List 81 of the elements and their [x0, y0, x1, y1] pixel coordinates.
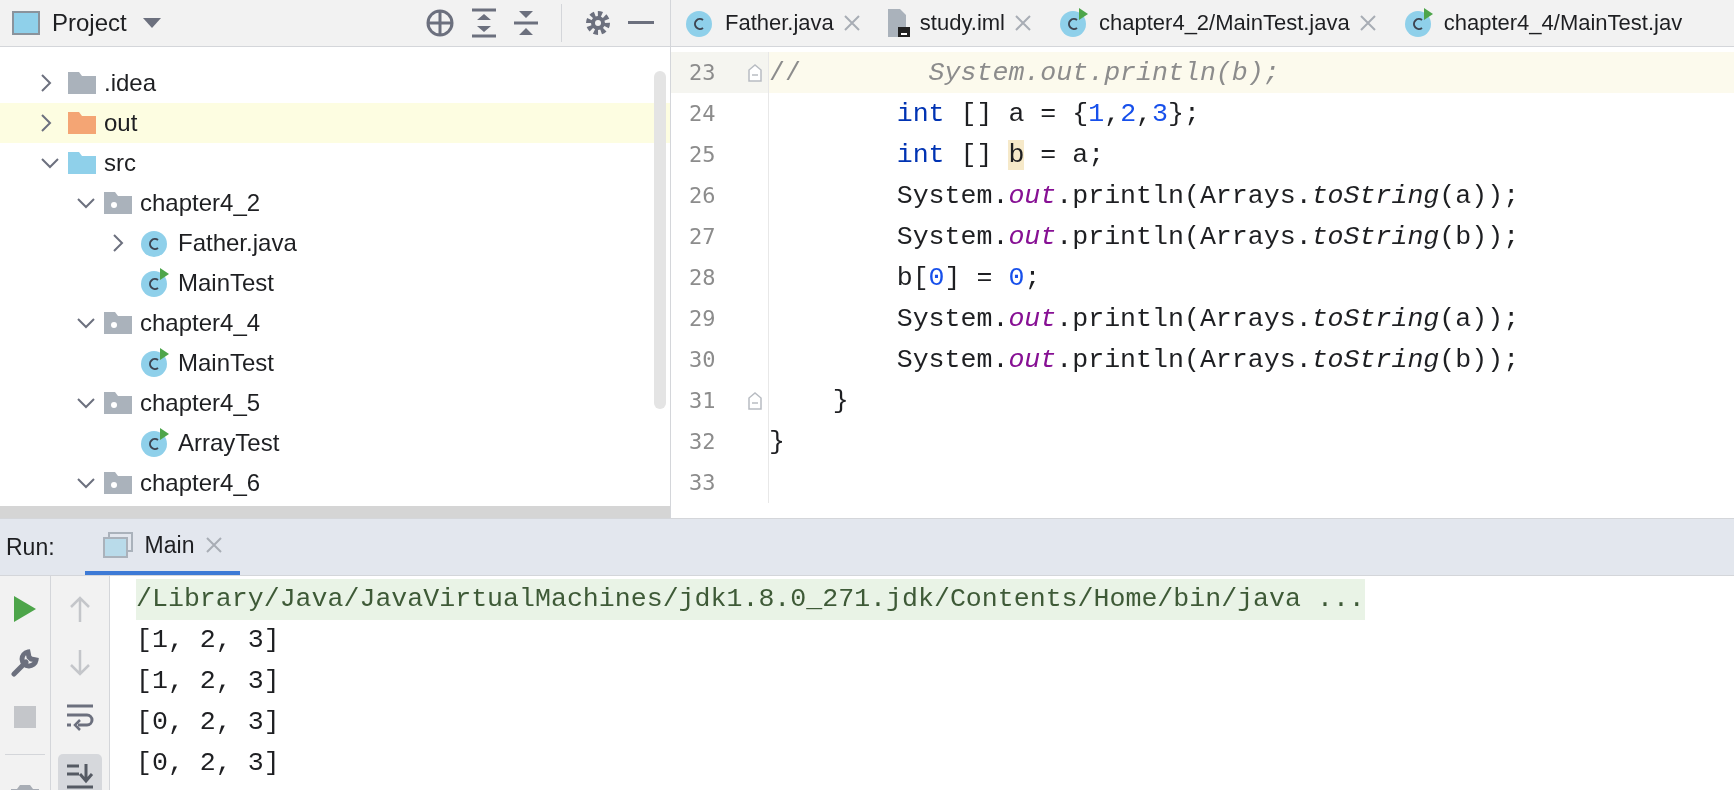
class-icon	[140, 428, 170, 458]
tree-item[interactable]: chapter4_6	[0, 463, 670, 503]
chevron-down-icon[interactable]	[76, 477, 96, 489]
tree-item[interactable]: chapter4_2	[0, 183, 670, 223]
tree-item[interactable]: .idea	[0, 63, 670, 103]
code-line: System.out.println(Arrays.toString(a));	[895, 303, 1520, 334]
folder-icon	[68, 152, 96, 174]
editor-tab[interactable]: chapter4_2/MainTest.java	[1059, 0, 1376, 46]
class-icon	[1059, 8, 1089, 38]
code-line: b[0] = 0;	[895, 262, 1041, 293]
tree-item[interactable]: src	[0, 143, 670, 183]
line-number: 31	[688, 388, 717, 413]
console-line: [1, 2, 3]	[136, 624, 280, 657]
chevron-right-icon[interactable]	[112, 233, 124, 253]
folder-icon	[68, 72, 96, 94]
class-icon	[140, 268, 170, 298]
code-line: int [] a = {1,2,3};	[895, 98, 1200, 129]
class-icon	[685, 8, 715, 38]
code-line: int [] b = a;	[895, 139, 1105, 170]
folder-icon	[68, 112, 96, 134]
line-number: 25	[688, 142, 717, 167]
chevron-down-icon[interactable]	[76, 197, 96, 209]
line-number: 30	[688, 347, 717, 372]
line-number: 28	[688, 265, 717, 290]
settings-icon[interactable]	[584, 9, 612, 37]
fold-marker-icon[interactable]	[747, 391, 762, 410]
editor-tab[interactable]: study.iml	[887, 0, 1031, 46]
scroll-to-end-icon[interactable]	[66, 763, 94, 789]
chevron-right-icon[interactable]	[40, 113, 52, 133]
tree-item[interactable]: chapter4_4	[0, 303, 670, 343]
line-number: 23	[688, 60, 717, 85]
console-line: [0, 2, 3]	[136, 706, 280, 739]
window-icon	[12, 11, 40, 35]
line-number: 27	[688, 224, 717, 249]
package-icon	[104, 392, 132, 414]
package-icon	[104, 192, 132, 214]
console-line: [1, 2, 3]	[136, 665, 280, 698]
run-label: Run:	[6, 533, 55, 561]
line-number: 32	[688, 429, 717, 454]
play-icon[interactable]	[14, 596, 36, 622]
code-line: System.out.println(Arrays.toString(b));	[895, 221, 1520, 252]
tree-item[interactable]: Father.java	[0, 223, 670, 263]
tree-item[interactable]: ArrayTest	[0, 423, 670, 463]
tree-item[interactable]: MainTest	[0, 343, 670, 383]
chevron-down-icon[interactable]	[76, 317, 96, 329]
expand-all-icon[interactable]	[471, 8, 497, 38]
console-icon	[102, 532, 133, 558]
line-number: 26	[688, 183, 717, 208]
tree-item[interactable]: MainTest	[0, 263, 670, 303]
panel-title[interactable]: Project	[52, 9, 127, 37]
chevron-down-icon[interactable]	[40, 157, 60, 169]
package-icon	[104, 472, 132, 494]
tree-item[interactable]: chapter4_5	[0, 383, 670, 423]
collapse-all-icon[interactable]	[513, 8, 539, 38]
soft-wrap-icon[interactable]	[66, 703, 94, 731]
locate-icon[interactable]	[425, 8, 455, 38]
tree-item[interactable]: out	[0, 103, 670, 143]
code-line: System.out.println(Arrays.toString(a));	[895, 180, 1520, 211]
editor-tab[interactable]: Father.java	[685, 0, 860, 46]
fold-marker-icon[interactable]	[747, 63, 762, 82]
class-icon	[140, 348, 170, 378]
package-icon	[104, 312, 132, 334]
code-line: }	[831, 385, 849, 416]
line-number: 29	[688, 306, 717, 331]
minimize-icon[interactable]	[628, 20, 654, 26]
file-icon	[887, 9, 910, 37]
caret-icon[interactable]	[142, 18, 161, 28]
console-line: [0, 2, 3]	[136, 747, 280, 780]
run-tab[interactable]: Main	[84, 519, 241, 575]
chevron-right-icon[interactable]	[40, 73, 52, 93]
code-line: System.out.println(Arrays.toString(b));	[895, 344, 1520, 375]
code-line: }	[769, 426, 785, 457]
scrollbar[interactable]	[654, 71, 666, 409]
wrench-icon[interactable]	[11, 649, 39, 677]
class-icon	[140, 228, 170, 258]
editor-tab[interactable]: chapter4_4/MainTest.jav	[1403, 0, 1683, 46]
line-number: 24	[688, 101, 717, 126]
line-number: 33	[688, 470, 717, 495]
code-line: // System.out.println(b);	[769, 57, 1280, 88]
chevron-down-icon[interactable]	[76, 397, 96, 409]
class-icon	[1403, 8, 1434, 38]
